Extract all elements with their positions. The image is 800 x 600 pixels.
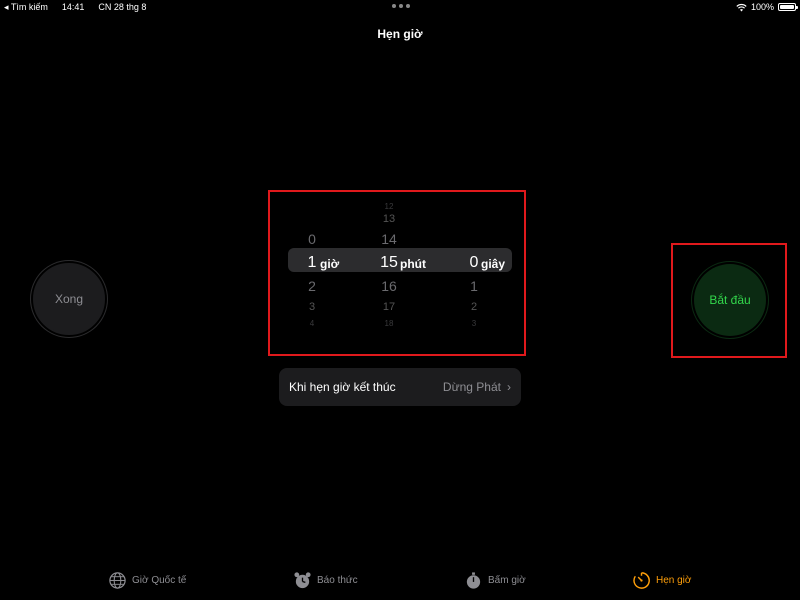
chevron-right-icon: › xyxy=(507,380,511,394)
tab-label: Báo thức xyxy=(317,575,358,586)
timer-icon xyxy=(633,572,650,589)
minutes-option[interactable]: 14 xyxy=(375,230,403,248)
seconds-option[interactable]: 1 xyxy=(463,277,485,295)
minutes-option[interactable]: 16 xyxy=(375,277,403,295)
when-timer-ends-row[interactable]: Khi hẹn giờ kết thúc Dừng Phát › xyxy=(279,368,521,406)
hours-unit-label: giờ xyxy=(320,257,340,271)
timer-duration-picker[interactable]: 0 1 2 3 4 giờ 12 13 14 15 16 17 18 phút … xyxy=(283,196,515,330)
hours-option[interactable]: 0 xyxy=(297,230,327,248)
seconds-option[interactable]: 3 xyxy=(463,315,485,330)
hours-option[interactable]: 2 xyxy=(297,277,327,295)
cancel-button-label: Xong xyxy=(54,292,84,306)
stopwatch-icon xyxy=(466,572,481,589)
cancel-button[interactable]: Xong xyxy=(33,263,105,335)
when-timer-ends-value: Dừng Phát xyxy=(442,380,501,394)
minutes-option[interactable]: 13 xyxy=(375,210,403,228)
globe-icon xyxy=(109,572,126,589)
status-bar: ◂ Tìm kiếm 14:41 CN 28 thg 8 100% xyxy=(0,0,800,14)
multitasking-dots-icon[interactable] xyxy=(392,4,410,8)
tab-bar: Giờ Quốc tế Báo thức Bấm giờ Hẹn giờ xyxy=(0,564,800,600)
start-button-highlight-box xyxy=(671,243,787,358)
minutes-selected[interactable]: 15 xyxy=(375,254,403,272)
tab-alarm[interactable]: Báo thức xyxy=(293,571,358,590)
tab-label: Hẹn giờ xyxy=(656,575,692,586)
alarm-clock-icon xyxy=(294,572,311,589)
tab-stopwatch[interactable]: Bấm giờ xyxy=(464,571,526,590)
seconds-unit-label: giây xyxy=(481,257,506,271)
when-timer-ends-label: Khi hẹn giờ kết thúc xyxy=(289,380,396,394)
tab-label: Giờ Quốc tế xyxy=(132,575,187,586)
battery-percent: 100% xyxy=(750,2,774,12)
back-to-app-link[interactable]: ◂ Tìm kiếm xyxy=(4,2,48,13)
hours-option[interactable]: 3 xyxy=(297,298,327,316)
minutes-wheel[interactable]: 12 13 14 15 16 17 18 xyxy=(375,196,403,330)
tab-label: Bấm giờ xyxy=(488,575,526,586)
status-date: CN 28 thg 8 xyxy=(98,2,147,12)
battery-icon xyxy=(778,3,798,11)
wifi-icon xyxy=(736,3,747,11)
minutes-option[interactable]: 18 xyxy=(375,315,403,330)
seconds-option[interactable]: 2 xyxy=(463,298,485,316)
page-title: Hẹn giờ xyxy=(377,27,423,41)
status-time: 14:41 xyxy=(61,2,85,12)
tab-timer[interactable]: Hẹn giờ xyxy=(632,571,691,590)
minutes-unit-label: phút xyxy=(400,257,426,271)
minutes-option[interactable]: 17 xyxy=(375,298,403,316)
tab-world-clock[interactable]: Giờ Quốc tế xyxy=(108,571,186,590)
hours-option[interactable]: 4 xyxy=(297,315,327,330)
